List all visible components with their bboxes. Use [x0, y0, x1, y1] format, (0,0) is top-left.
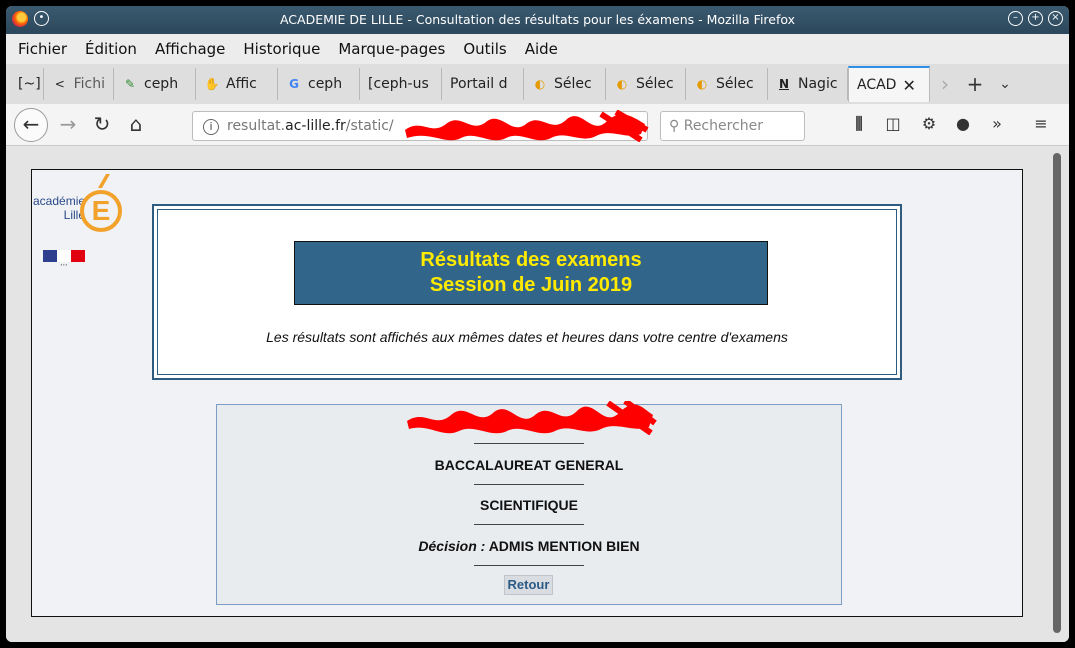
republique-francaise-logo-icon: ▪ ▪ ▪ [43, 250, 85, 272]
menu-outils[interactable]: Outils [463, 40, 506, 58]
sidebar-icon[interactable]: ◫ [882, 114, 904, 133]
redaction-scribble-url [405, 110, 649, 142]
hamburger-menu-icon[interactable]: ≡ [1030, 114, 1052, 133]
tab-academie-active[interactable]: ACAD ✕ [848, 66, 930, 102]
forward-button-icon[interactable]: → [56, 112, 80, 136]
fish-icon: ◐ [696, 77, 708, 91]
page-frame: académie Lille E ▪ ▪ ▪ Résultats des exa… [31, 169, 1023, 617]
tab-label: Affic [226, 76, 257, 92]
tab-label: Sélec [554, 76, 592, 92]
menu-fichier[interactable]: Fichier [18, 40, 67, 58]
header-box: Résultats des examens Session de Juin 20… [152, 204, 902, 380]
tab-ceph-1[interactable]: ✎ ceph [114, 68, 196, 100]
menu-affichage[interactable]: Affichage [155, 40, 225, 58]
results-banner: Résultats des examens Session de Juin 20… [294, 241, 768, 305]
tab-fichiers[interactable]: < Fichi [44, 68, 114, 100]
fish-icon: ◐ [616, 77, 628, 91]
tab-selection-3[interactable]: ◐ Sélec [686, 68, 768, 100]
separator [474, 524, 584, 525]
banner-session: Session de Juin 2019 [429, 274, 633, 296]
tab-label: Portail d [450, 76, 508, 92]
search-icon: ⚲ [669, 118, 680, 134]
extension-gear-icon[interactable]: ⚙ [918, 114, 940, 133]
logo-line-1: académie [33, 194, 86, 208]
vertical-scrollbar[interactable] [1053, 153, 1061, 633]
result-panel: BACCALAUREAT GENERAL SCIENTIFIQUE Décisi… [216, 401, 842, 605]
decision-line: Décision : ADMIS MENTION BIEN [217, 538, 841, 554]
tab-list-chevron-down-icon[interactable]: ⌄ [990, 76, 1020, 92]
tab-google-ceph[interactable]: G ceph [278, 68, 360, 100]
hand-icon: ✋ [204, 77, 220, 91]
new-tab-icon[interactable]: + [960, 72, 990, 96]
logo-line-2: Lille [63, 208, 85, 222]
search-bar[interactable]: ⚲ Rechercher [660, 111, 805, 141]
separator [474, 565, 584, 566]
menu-edition[interactable]: Édition [85, 40, 137, 58]
academie-e-logo-icon: E [80, 190, 122, 232]
redaction-scribble-name [407, 401, 657, 435]
separator [474, 443, 584, 444]
tab-ceph-users[interactable]: [ceph-us [360, 68, 442, 100]
nagios-icon: N [778, 77, 790, 91]
academie-lille-logo-text: académie Lille [33, 194, 85, 222]
google-icon: G [289, 77, 299, 91]
tab-label: Sélec [636, 76, 674, 92]
ceph-icon: ✎ [124, 77, 136, 91]
banner-title: Résultats des examens [420, 249, 642, 271]
back-button-icon[interactable]: ← [14, 108, 48, 142]
scroll-tabs-right-icon[interactable]: › [930, 72, 960, 96]
logo-accent-icon [97, 174, 117, 188]
tab-portail[interactable]: Portail d [442, 68, 524, 100]
tab-affichage[interactable]: ✋ Affic [196, 68, 278, 100]
url-path: /static/ [345, 118, 394, 134]
tab-label: ceph [144, 76, 179, 92]
library-icon[interactable]: ⫼ [848, 114, 870, 134]
tab-strip: [~] < Fichi ✎ ceph ✋ Affic G ceph [ceph-… [6, 64, 1069, 104]
exam-name: BACCALAUREAT GENERAL [434, 457, 624, 473]
results-notice: Les résultats sont affichés aux mêmes da… [266, 329, 788, 345]
tab-selection-2[interactable]: ◐ Sélec [606, 68, 686, 100]
back-arrow-icon: < [54, 77, 65, 91]
minimize-icon[interactable]: – [1008, 11, 1023, 26]
tab-label: Nagic [798, 76, 838, 92]
retour-button[interactable]: Retour [504, 575, 553, 595]
overflow-menu-icon[interactable]: » [986, 114, 1008, 133]
web-content: académie Lille E ▪ ▪ ▪ Résultats des exa… [6, 147, 1069, 642]
decision-value: ADMIS MENTION BIEN [488, 538, 640, 554]
menu-bar: Fichier Édition Affichage Historique Mar… [6, 34, 1069, 64]
separator [474, 484, 584, 485]
window-title: ACADEMIE DE LILLE - Consultation des rés… [279, 12, 796, 27]
maximize-icon[interactable]: + [1028, 11, 1043, 26]
reload-icon[interactable]: ↻ [90, 112, 114, 136]
tab-selection-1[interactable]: ◐ Sélec [524, 68, 606, 100]
url-prefix: resultat. [227, 118, 286, 134]
extension-icon[interactable]: ● [952, 114, 974, 133]
fish-icon: ◐ [534, 77, 546, 91]
close-tab-icon[interactable]: ✕ [902, 76, 915, 95]
site-info-icon[interactable]: i [203, 119, 219, 135]
url-host: ac-lille.fr [285, 118, 346, 134]
tab-label: ceph [308, 76, 343, 92]
decision-label: Décision : [418, 538, 486, 554]
tab-label: [~] [18, 76, 41, 92]
tab-label: [ceph-us [368, 76, 429, 92]
menu-historique[interactable]: Historique [243, 40, 320, 58]
exam-series: SCIENTIFIQUE [479, 497, 578, 513]
tab-label: ACAD [857, 77, 897, 93]
menu-aide[interactable]: Aide [525, 40, 558, 58]
tab-label: Sélec [716, 76, 754, 92]
home-icon[interactable]: ⌂ [124, 112, 148, 136]
browser-window: • ACADEMIE DE LILLE - Consultation des r… [6, 6, 1069, 642]
close-window-icon[interactable]: × [1048, 11, 1063, 26]
tab-terminal[interactable]: [~] [6, 68, 44, 100]
tab-nagios[interactable]: N Nagic [768, 68, 848, 100]
menu-marque-pages[interactable]: Marque-pages [338, 40, 445, 58]
search-placeholder: Rechercher [683, 118, 764, 134]
title-bar: • ACADEMIE DE LILLE - Consultation des r… [6, 6, 1069, 34]
tab-label: Fichi [73, 76, 105, 92]
navigation-toolbar: ← → ↻ ⌂ i resultat.ac-lille.fr/static/ ⚲ … [6, 104, 1069, 146]
